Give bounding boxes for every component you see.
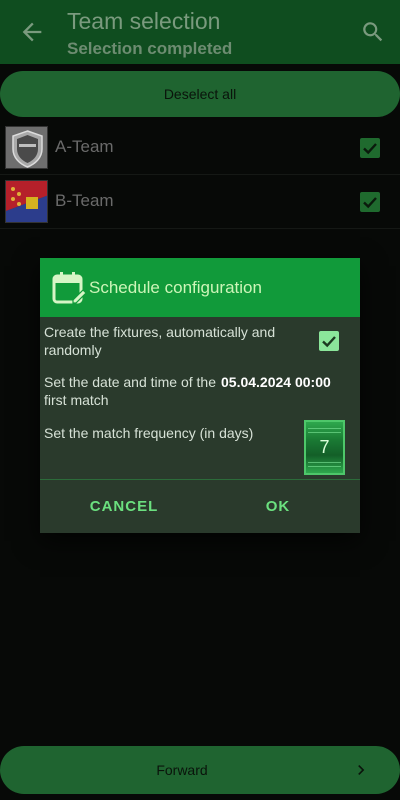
flag-logo — [5, 180, 48, 223]
page-subtitle: Selection completed — [67, 39, 233, 58]
search-icon[interactable] — [360, 19, 386, 45]
chevron-right-icon — [351, 760, 371, 780]
team-checkbox[interactable] — [360, 138, 380, 158]
frequency-value: 7 — [319, 437, 330, 457]
dialog-divider — [40, 479, 360, 480]
auto-fixtures-checkbox[interactable] — [319, 331, 339, 351]
auto-fixtures-label: Create the fixtures, automatically and r… — [44, 324, 276, 358]
dialog-header: Schedule configuration — [40, 258, 360, 317]
cancel-button[interactable]: CANCEL — [74, 493, 174, 521]
team-checkbox[interactable] — [360, 192, 380, 212]
ok-button[interactable]: OK — [258, 493, 298, 521]
shield-logo — [5, 126, 48, 169]
team-name: B-Team — [55, 191, 114, 210]
schedule-configuration-dialog: Schedule configuration Create the fixtur… — [40, 258, 360, 533]
forward-button[interactable]: Forward — [0, 746, 400, 794]
app-bar: Team selection Selection completed — [0, 0, 400, 64]
frequency-stepper[interactable]: 7 — [304, 420, 345, 475]
team-name: A-Team — [55, 137, 114, 156]
frequency-label: Set the match frequency (in days) — [44, 425, 254, 441]
dialog-title: Schedule configuration — [89, 278, 262, 297]
forward-label: Forward — [156, 762, 208, 778]
deselect-all-button[interactable]: Deselect all — [0, 71, 400, 117]
page-title: Team selection — [67, 8, 221, 34]
arrow-left-icon[interactable] — [18, 18, 46, 46]
first-match-datetime[interactable]: 05.04.2024 00:00 — [221, 373, 331, 391]
first-match-label: Set the date and time of the first match — [44, 374, 217, 408]
calendar-edit-icon — [52, 270, 88, 306]
team-row[interactable]: B-Team — [0, 175, 400, 229]
team-row[interactable]: A-Team — [0, 121, 400, 175]
